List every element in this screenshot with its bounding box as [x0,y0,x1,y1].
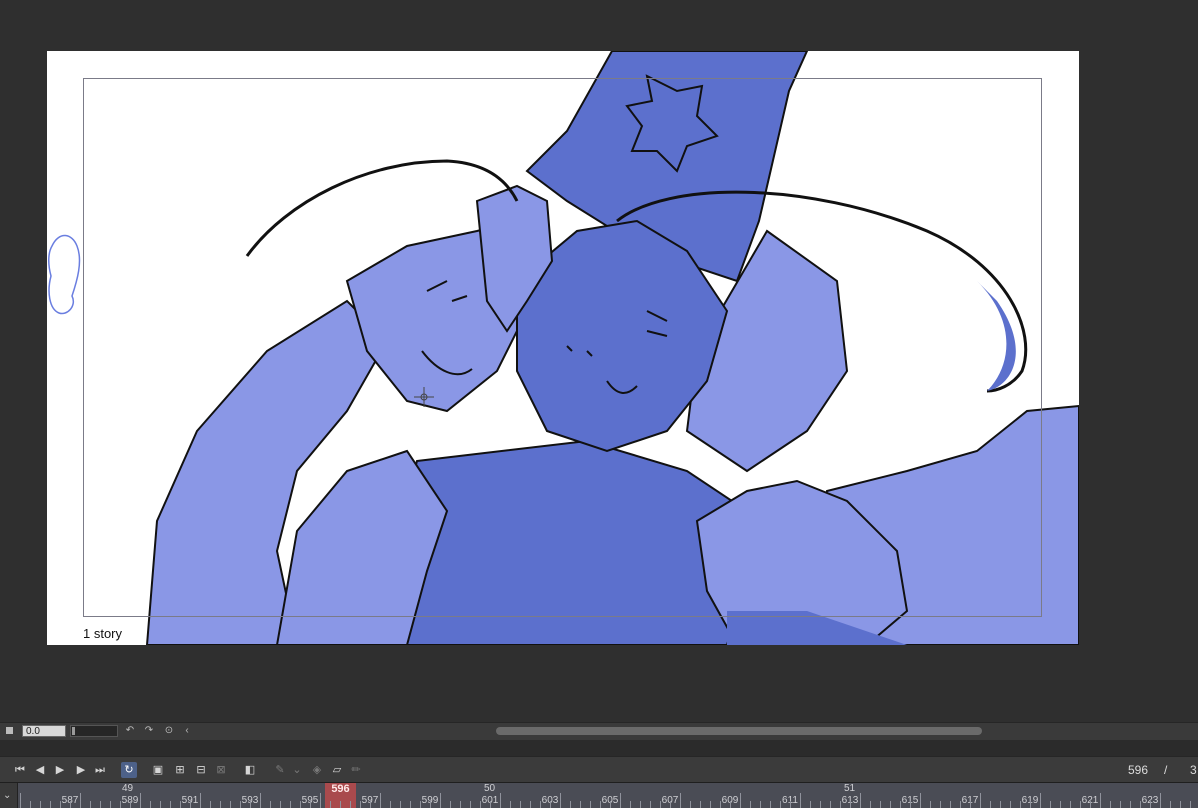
canvas-workspace[interactable]: 1 story [0,0,1198,722]
first-frame-icon[interactable]: ⏮ [12,762,28,778]
ruler-tick [860,793,861,808]
layer-icon[interactable]: ▱ [329,762,345,778]
pencil-icon[interactable]: ✏ [348,762,364,778]
ruler-tick [1160,793,1161,808]
page-marker: 50 [484,783,496,794]
canvas-paper[interactable]: 1 story [47,51,1079,645]
scrollbar-thumb[interactable] [496,727,982,735]
delete-cel-icon[interactable]: ⊠ [213,762,229,778]
next-frame-icon[interactable]: ▶ [73,762,89,778]
reset-view-icon[interactable]: ⊙ [163,725,175,737]
ruler-tick [740,793,741,808]
ruler-tick [620,793,621,808]
dropdown-icon[interactable]: ⌄ [289,762,305,778]
scroll-left-icon[interactable]: ‹ [181,725,193,737]
zoom-slider[interactable] [70,725,118,737]
margin-sketch [48,234,81,315]
prev-frame-icon[interactable]: ◀ [32,762,48,778]
ruler-tick [1100,793,1101,808]
ruler-tick [1040,793,1041,808]
current-frame-number: 596 [1127,763,1148,777]
rotate-right-icon[interactable]: ↷ [143,725,155,737]
story-label: 1 story [83,626,123,641]
loop-icon[interactable]: ↻ [121,762,137,778]
ruler-tick [80,793,81,808]
ruler-tick [560,793,561,808]
new-cel-icon[interactable]: ▣ [150,762,166,778]
last-frame-icon[interactable]: ⏭ [92,762,108,778]
ruler-tick [320,793,321,808]
pen-tool-icon[interactable]: ✎ [272,762,288,778]
zoom-reset-icon[interactable] [6,727,13,734]
fill-icon[interactable]: ◈ [309,762,325,778]
frame-separator: / [1164,763,1168,777]
add-cel-icon[interactable]: ⊞ [172,762,188,778]
ruler-tick [380,793,381,808]
timeline-ruler[interactable]: ⌄ 596 5875895915935955975996016036056076… [0,782,1198,808]
ruler-tick [980,793,981,808]
ruler-tick [800,793,801,808]
ruler-tick [500,793,501,808]
onion-skin-icon[interactable]: ◧ [242,762,258,778]
ruler-tick [920,793,921,808]
chevron-down-icon: ⌄ [3,790,12,801]
ruler-tick [200,793,201,808]
total-frames: 3 [1190,763,1197,777]
zoom-bar: 0.0 ↶ ↷ ⊙ ‹ [0,722,1198,740]
artwork [48,51,1079,645]
ruler-tick [260,793,261,808]
timeline-toolbar: ⏮ ◀ ▶ ▶ ⏭ ↻ ▣ ⊞ ⊟ ⊠ ◧ ✎ ⌄ ◈ ▱ ✏ 596 / 3 [0,756,1198,783]
horizontal-scrollbar[interactable] [198,725,1190,737]
zoom-value-field[interactable]: 0.0 [22,725,66,737]
panel-divider [0,740,1198,756]
page-marker: 49 [122,783,134,794]
playhead-label: 596 [331,783,350,795]
rotate-left-icon[interactable]: ↶ [124,725,136,737]
page-marker: 51 [844,783,856,794]
ruler-tick [20,793,21,808]
ruler-tick [140,793,141,808]
cel-options-icon[interactable]: ⊟ [193,762,209,778]
ruler-tick [440,793,441,808]
ruler-tick [680,793,681,808]
ruler-collapse-toggle[interactable]: ⌄ [0,783,18,808]
play-icon[interactable]: ▶ [52,762,68,778]
